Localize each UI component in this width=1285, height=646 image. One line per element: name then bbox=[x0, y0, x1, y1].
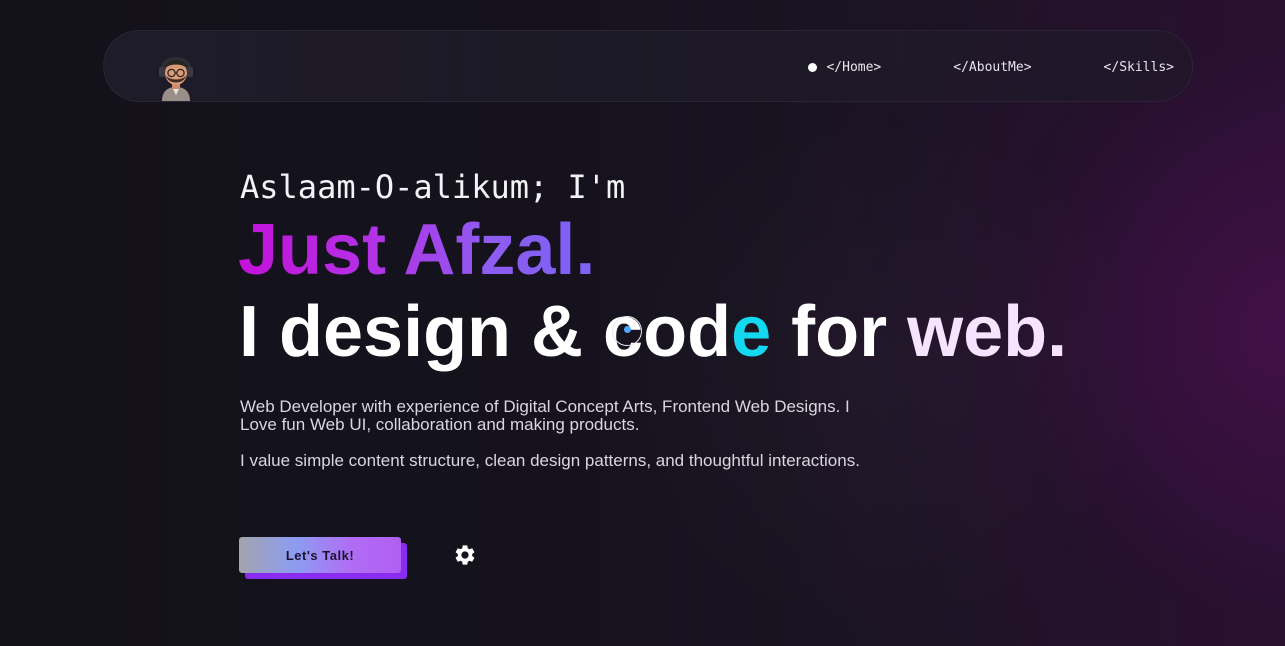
tagline-part: d bbox=[687, 292, 732, 372]
active-indicator-dot bbox=[808, 62, 818, 72]
nav-links: </Home> </AboutMe> </Skills> bbox=[808, 31, 1174, 103]
tagline-part: for bbox=[771, 292, 908, 372]
hero-description: Web Developer with experience of Digital… bbox=[240, 398, 880, 470]
description-paragraph: I value simple content structure, clean … bbox=[240, 451, 860, 470]
nav-link-aboutme[interactable]: </AboutMe> bbox=[953, 60, 1031, 75]
background-glow bbox=[600, 100, 1160, 646]
nav-link-label: </Skills> bbox=[1103, 59, 1174, 75]
lets-talk-button[interactable]: Let's Talk! bbox=[239, 537, 401, 573]
nav-link-home[interactable]: </Home> bbox=[808, 60, 881, 75]
custom-cursor-dot bbox=[624, 326, 631, 333]
nav-link-label: </AboutMe> bbox=[953, 59, 1032, 75]
tagline-part: web. bbox=[907, 292, 1068, 372]
greeting-text: Aslaam-O-alikum; I'm bbox=[240, 168, 626, 206]
navbar: </Home> </AboutMe> </Skills> bbox=[103, 30, 1193, 102]
nav-link-label: </Home> bbox=[826, 59, 882, 75]
nav-link-skills[interactable]: </Skills> bbox=[1104, 60, 1174, 75]
gear-icon[interactable] bbox=[453, 543, 477, 567]
description-paragraph: Web Developer with experience of Digital… bbox=[240, 397, 850, 434]
hero-tagline: I design & code for web. bbox=[239, 292, 1067, 372]
tagline-highlight: e bbox=[731, 292, 772, 372]
avatar-icon[interactable] bbox=[156, 49, 196, 101]
hero-name: Just Afzal. bbox=[238, 210, 596, 290]
